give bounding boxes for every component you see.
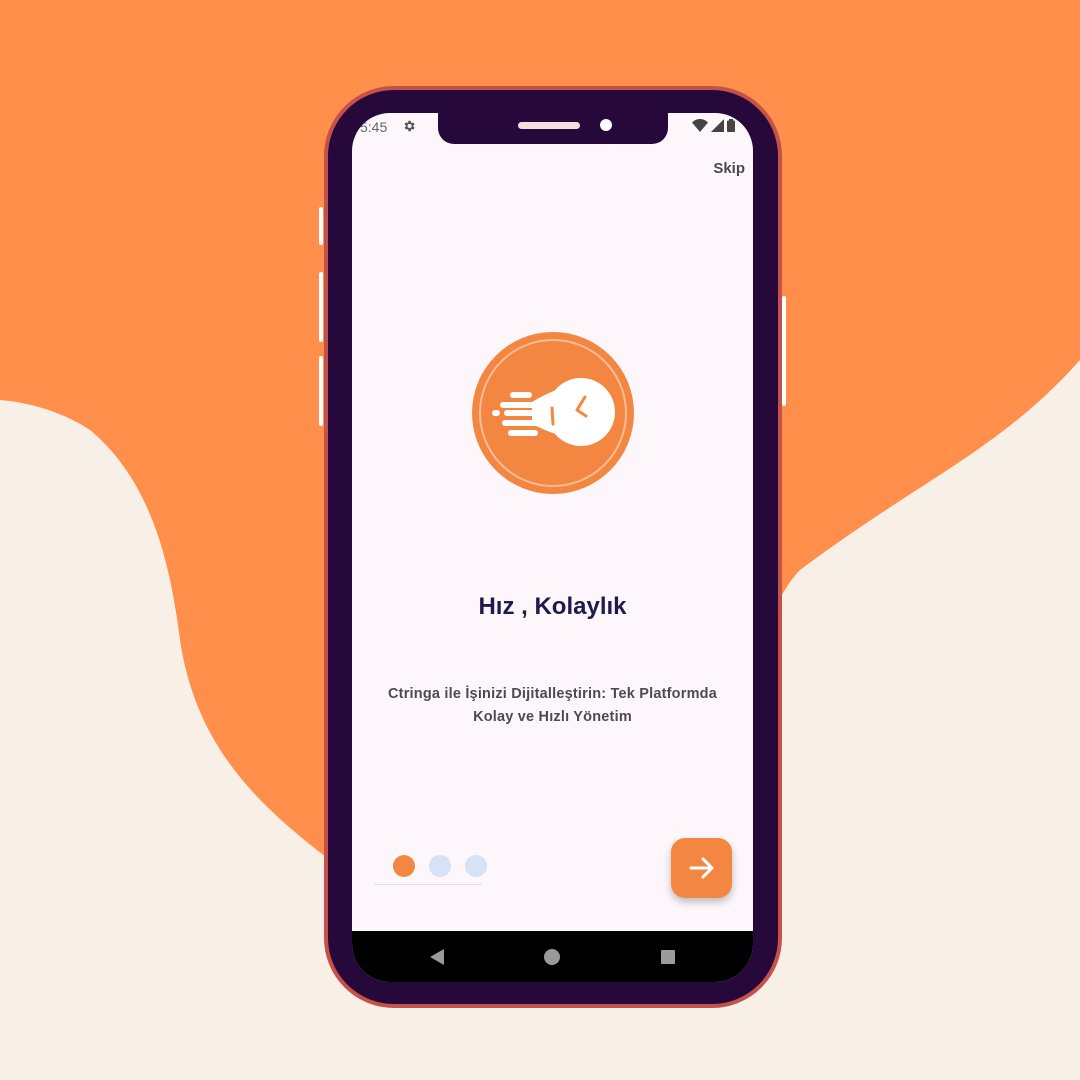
- wifi-icon: [692, 119, 708, 132]
- phone-side-button: [319, 207, 323, 245]
- power-button: [782, 296, 786, 406]
- onboarding-title: Hız , Kolaylık: [478, 593, 627, 620]
- front-camera: [600, 119, 612, 131]
- battery-icon: [727, 119, 735, 132]
- back-icon[interactable]: [429, 949, 445, 965]
- indicator-divider: [374, 884, 482, 885]
- page-dot-active[interactable]: [393, 855, 415, 877]
- next-button[interactable]: [671, 838, 732, 898]
- camera-notch: [438, 113, 668, 144]
- skip-button[interactable]: Skip: [713, 160, 745, 177]
- speaker-grille: [518, 122, 580, 129]
- gear-icon: [404, 120, 415, 132]
- onboarding-description: Ctringa ile İşinizi Dijitalleştirin: Tek…: [388, 686, 717, 725]
- page-indicator: [374, 855, 487, 885]
- navigation-bar: [352, 931, 753, 982]
- signal-icon: [711, 119, 724, 132]
- status-time: 5:45: [360, 119, 388, 135]
- arrow-right-icon: [689, 857, 713, 879]
- recents-icon[interactable]: [661, 950, 675, 964]
- page-dot[interactable]: [465, 855, 487, 877]
- home-icon[interactable]: [544, 949, 560, 965]
- volume-down-button: [319, 356, 323, 426]
- status-icons: [692, 119, 735, 132]
- phone-screen: 5:45 Skip Hız , Kolaylık Ctringa ile İşi…: [352, 113, 753, 982]
- stopwatch-speed-icon: [472, 332, 634, 494]
- page-dot[interactable]: [429, 855, 451, 877]
- volume-up-button: [319, 272, 323, 342]
